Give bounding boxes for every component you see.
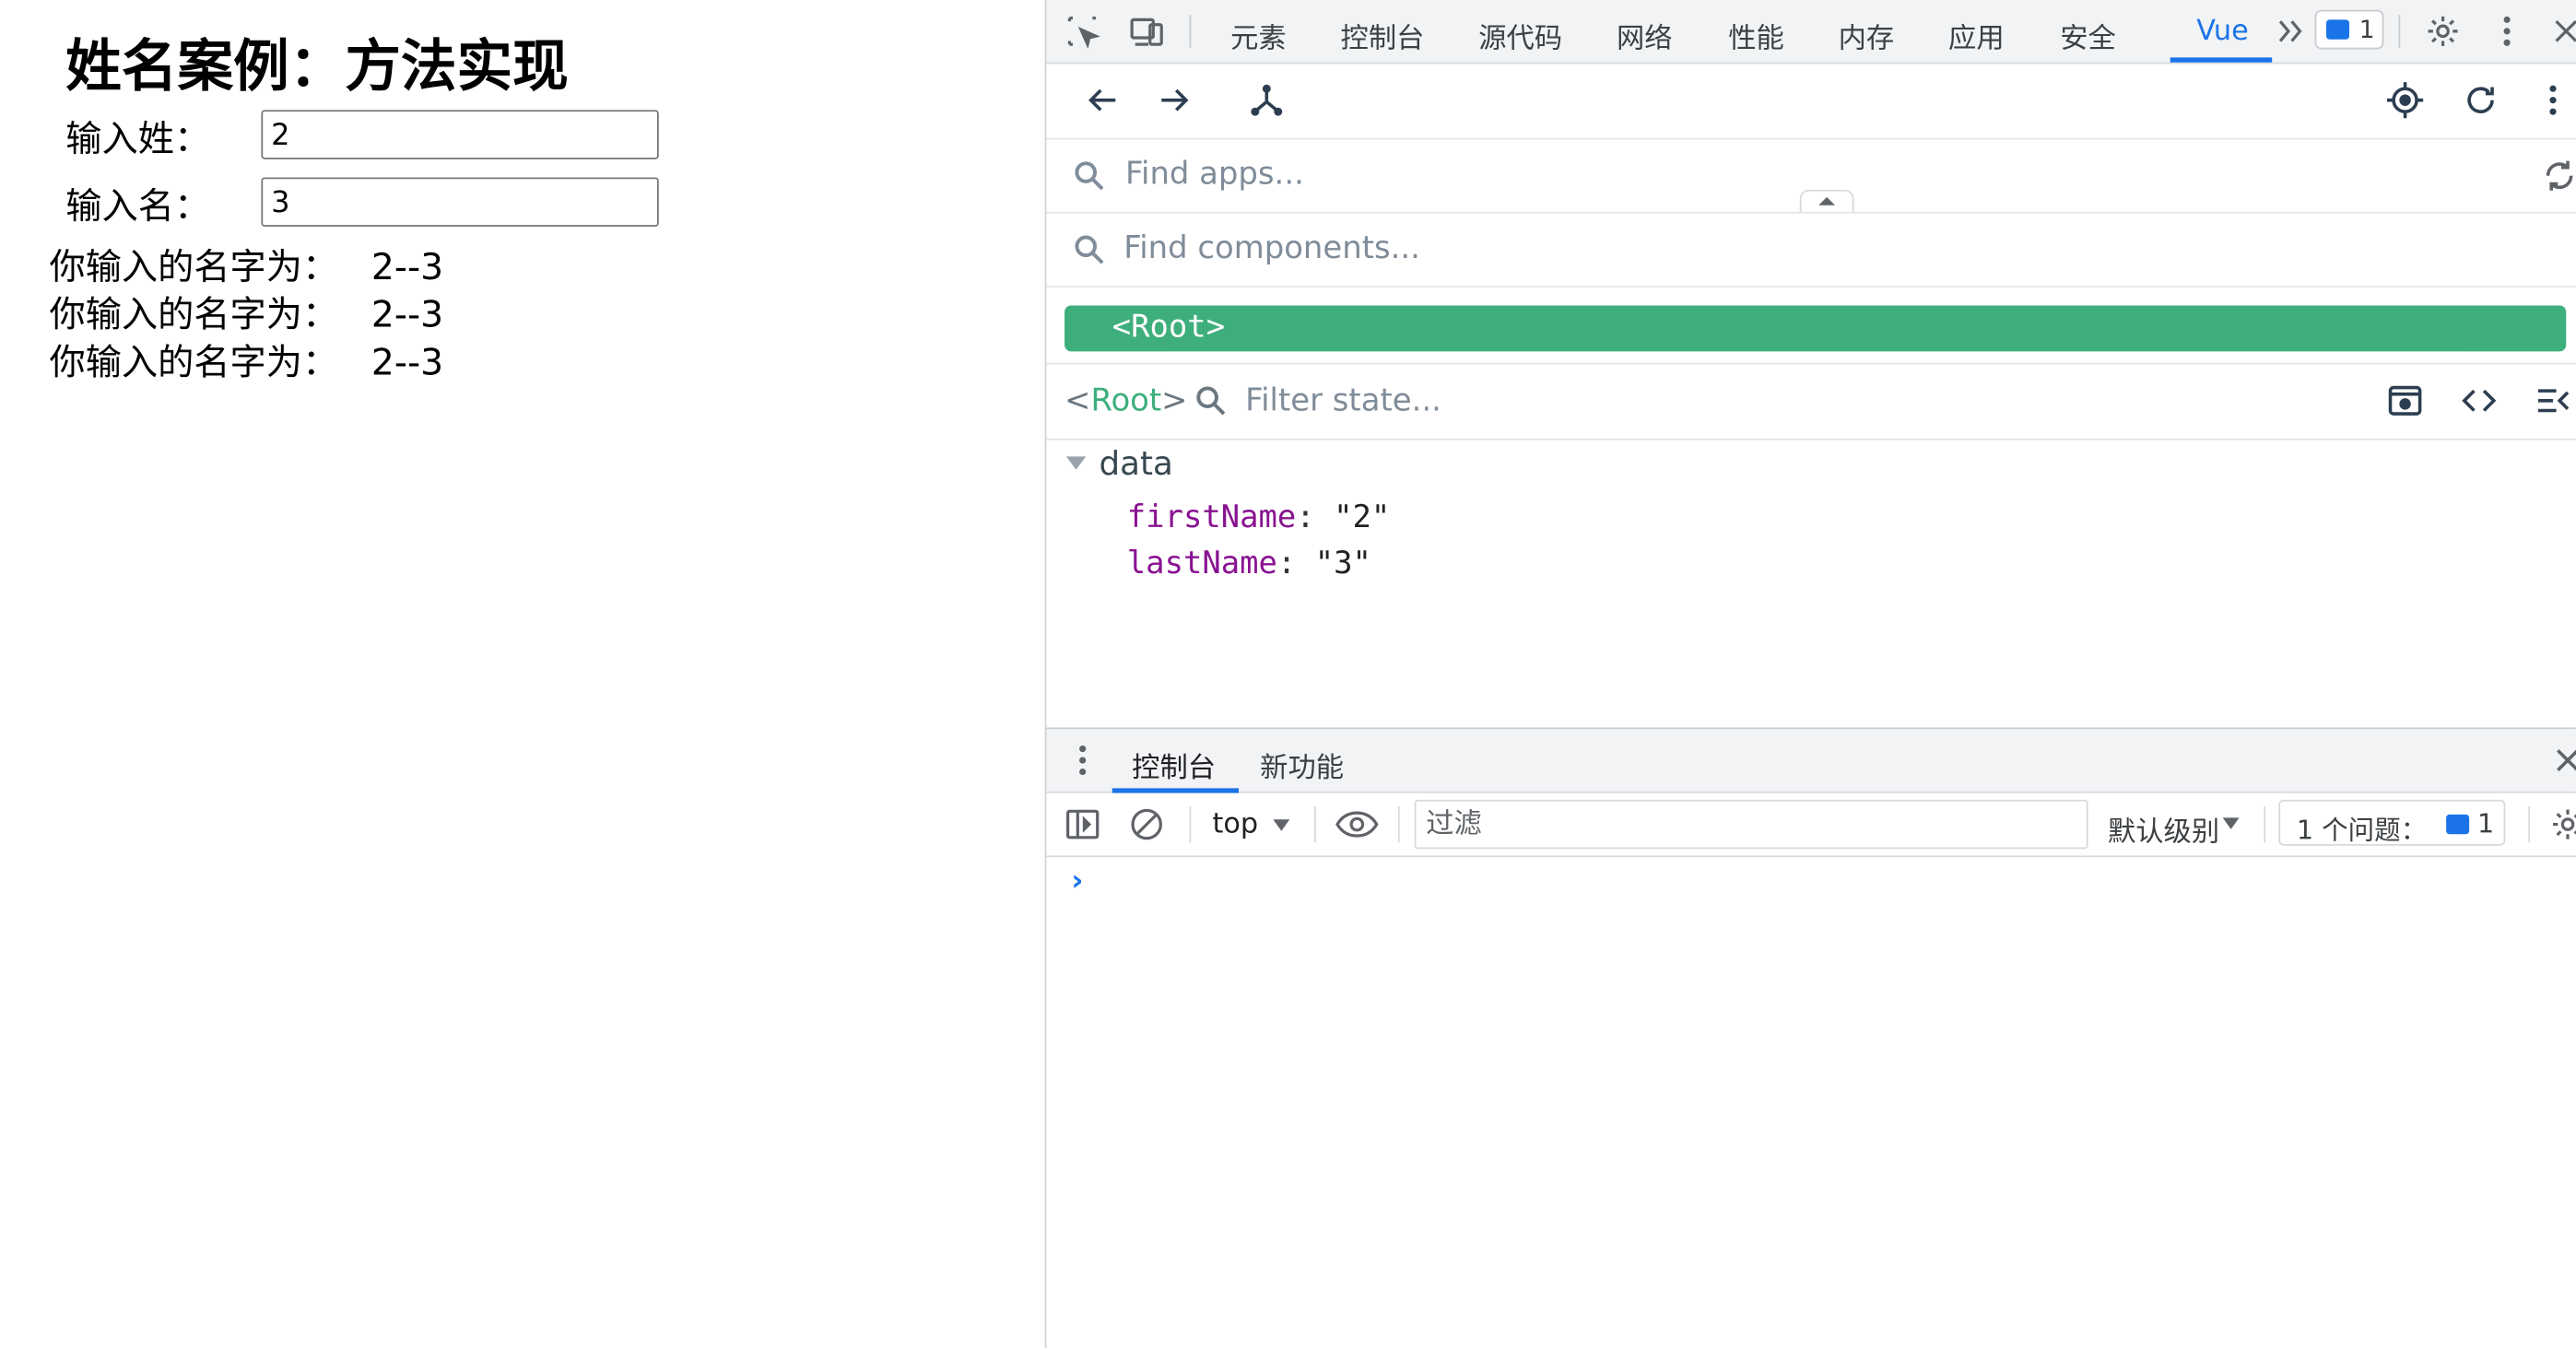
target-select-icon[interactable] bbox=[2385, 80, 2425, 120]
issues-label: 1 个问题： bbox=[2296, 814, 2428, 846]
drawer-tabbar: 控制台 新功能 bbox=[1046, 729, 2576, 793]
expand-triangle-icon[interactable] bbox=[1065, 456, 1087, 470]
result-value: 2--3 bbox=[371, 295, 444, 337]
find-components-input[interactable]: Find components... bbox=[1123, 229, 1420, 265]
chevron-down-icon bbox=[1273, 819, 1290, 831]
search-icon bbox=[1196, 386, 1226, 416]
refresh-icon[interactable] bbox=[2461, 80, 2500, 120]
drawer-tab-whats-new[interactable]: 新功能 bbox=[1260, 744, 1344, 785]
state-prop-row[interactable]: lastName: "3" bbox=[1127, 546, 1371, 581]
arrow-left-icon[interactable] bbox=[1083, 80, 1123, 120]
console-filter-input[interactable] bbox=[1414, 799, 2088, 850]
find-apps-input[interactable]: Find apps... bbox=[1125, 156, 1304, 192]
first-name-input[interactable] bbox=[261, 110, 659, 159]
clear-console-icon[interactable] bbox=[1129, 806, 1165, 842]
component-tree-root[interactable]: <Root> bbox=[1065, 305, 2567, 352]
collapse-all-icon[interactable] bbox=[2535, 382, 2570, 418]
find-components-row: Find components... bbox=[1046, 214, 2576, 288]
log-level-selector[interactable]: 默认级别 bbox=[2108, 808, 2219, 850]
vue-more-icon[interactable] bbox=[2534, 80, 2573, 120]
result-value: 2--3 bbox=[371, 248, 444, 289]
toolbar-separator bbox=[2264, 805, 2266, 843]
state-prop-row[interactable]: firstName: "2" bbox=[1127, 499, 1391, 535]
sync-icon[interactable] bbox=[2542, 158, 2576, 194]
drawer-menu-icon[interactable] bbox=[1066, 742, 1100, 778]
console-prompt[interactable]: › bbox=[1071, 863, 1083, 898]
collapse-chevron-icon[interactable] bbox=[1799, 189, 1855, 212]
arrow-right-icon[interactable] bbox=[1155, 80, 1194, 120]
live-expression-eye-icon[interactable] bbox=[1334, 806, 1380, 842]
page-title: 姓名案例：方法实现 bbox=[65, 34, 569, 100]
console-settings-gear-icon[interactable] bbox=[2549, 806, 2576, 842]
full-name-result: 你输入的名字为： 2--3 bbox=[49, 334, 443, 386]
tab-sources[interactable]: 源代码 bbox=[1478, 15, 1562, 56]
chevron-down-icon bbox=[2222, 817, 2240, 829]
full-name-result: 你输入的名字为： 2--3 bbox=[49, 286, 443, 338]
tab-application[interactable]: 应用 bbox=[1948, 15, 2005, 56]
issues-badge[interactable]: 1 bbox=[2314, 9, 2384, 50]
devtools-tabbar: 元素 控制台 源代码 网络 性能 内存 应用 安全 Vue 1 bbox=[1046, 0, 2576, 65]
data-section-title: data bbox=[1099, 443, 1173, 483]
root-component-label: <Root> bbox=[1112, 309, 1226, 346]
js-context-selector[interactable]: top bbox=[1212, 808, 1258, 841]
toolbar-separator bbox=[1189, 15, 1192, 48]
tab-vue[interactable]: Vue bbox=[2196, 15, 2249, 48]
component-tree-icon[interactable] bbox=[1247, 80, 1287, 120]
kebab-menu-icon[interactable] bbox=[2488, 13, 2524, 49]
issues-button[interactable]: 1 个问题： 1 bbox=[2278, 799, 2506, 846]
tab-memory[interactable]: 内存 bbox=[1839, 15, 1895, 56]
first-name-label: 输入姓： bbox=[65, 120, 211, 161]
device-toolbar-icon[interactable] bbox=[1129, 13, 1165, 49]
toolbar-separator bbox=[2528, 805, 2531, 843]
toolbar-separator bbox=[1189, 805, 1192, 843]
page-content: 姓名案例：方法实现 输入姓： 输入名： 你输入的名字为： 2--3 你输入的名字为… bbox=[0, 0, 1045, 1349]
settings-gear-icon[interactable] bbox=[2425, 13, 2461, 49]
tab-network[interactable]: 网络 bbox=[1617, 15, 1673, 56]
drawer-tab-console[interactable]: 控制台 bbox=[1132, 744, 1216, 785]
console-drawer: 控制台 新功能 top 过滤 默认级别 1 个问题： 1 › bbox=[1046, 727, 2576, 1349]
close-drawer-icon[interactable] bbox=[2551, 744, 2576, 777]
result-value: 2--3 bbox=[371, 343, 444, 384]
search-icon bbox=[1075, 235, 1104, 264]
full-name-result: 你输入的名字为： 2--3 bbox=[49, 238, 443, 290]
result-label: 你输入的名字为： bbox=[49, 248, 339, 289]
toolbar-separator bbox=[2398, 15, 2401, 48]
sidebar-toggle-icon[interactable] bbox=[1065, 806, 1100, 842]
message-icon bbox=[2326, 19, 2349, 40]
message-icon bbox=[2446, 814, 2470, 835]
code-icon[interactable] bbox=[2461, 382, 2497, 418]
close-icon[interactable] bbox=[2548, 13, 2576, 49]
find-apps-row: Find apps... bbox=[1046, 139, 2576, 214]
active-tab-indicator bbox=[2170, 57, 2273, 63]
last-name-label: 输入名： bbox=[65, 187, 211, 229]
inspect-element-icon[interactable] bbox=[1065, 13, 1100, 50]
issues-count: 1 bbox=[2358, 15, 2375, 45]
devtools-panel: 元素 控制台 源代码 网络 性能 内存 应用 安全 Vue 1 Find app… bbox=[1046, 0, 2576, 1349]
inspect-dom-icon[interactable] bbox=[2387, 382, 2423, 418]
issues-count: 1 bbox=[2477, 807, 2495, 839]
tab-elements[interactable]: 元素 bbox=[1230, 15, 1287, 56]
tab-performance[interactable]: 性能 bbox=[1728, 15, 1784, 56]
toolbar-separator bbox=[1314, 805, 1316, 843]
toolbar-separator bbox=[1397, 805, 1400, 843]
filter-state-input[interactable]: Filter state... bbox=[1245, 382, 1441, 418]
console-toolbar: top 默认级别 1 个问题： 1 bbox=[1046, 792, 2576, 858]
selected-component-label: <Root> bbox=[1065, 382, 1188, 419]
more-tabs-icon[interactable] bbox=[2274, 13, 2310, 49]
state-toolbar: <Root> Filter state... bbox=[1046, 362, 2576, 440]
result-label: 你输入的名字为： bbox=[49, 343, 339, 384]
vue-toolbar bbox=[1046, 64, 2576, 140]
tab-console[interactable]: 控制台 bbox=[1341, 15, 1425, 56]
search-icon bbox=[1075, 161, 1104, 191]
last-name-input[interactable] bbox=[261, 177, 659, 227]
tab-security[interactable]: 安全 bbox=[2060, 15, 2116, 56]
result-label: 你输入的名字为： bbox=[49, 295, 339, 337]
